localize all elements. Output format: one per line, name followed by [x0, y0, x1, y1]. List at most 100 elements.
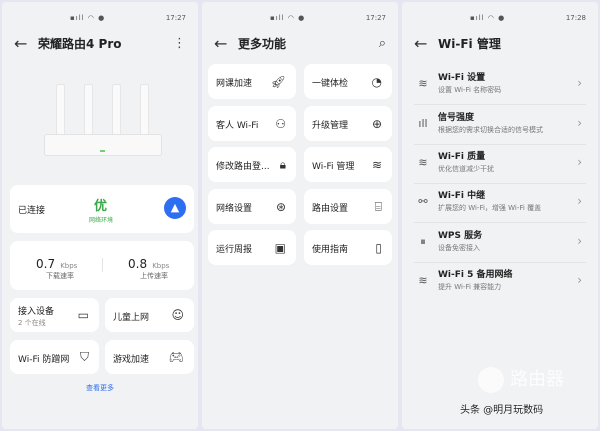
connection-status: 已连接 — [18, 206, 46, 216]
rocket-accelerate-button[interactable]: ▲ — [164, 197, 186, 219]
status-time: 17:28 — [565, 14, 586, 22]
devices-label: 接入设备 — [18, 307, 55, 317]
page-title: Wi-Fi 管理 — [438, 36, 501, 51]
feature-user-guide[interactable]: 使用指南 ▯ — [304, 230, 392, 265]
more-features-screen: ▪ıll ◠ ● 17:27 ← 更多功能 ⌕ 网课加速 🚀︎ 一键体检 ◔ 客人 Wi-… — [202, 2, 398, 429]
feature-change-login[interactable]: 修改路由登... 🔒︎ — [208, 147, 296, 182]
status-time: 17:27 — [165, 14, 186, 22]
status-icons: ▪ıll ◠ ● — [270, 14, 306, 22]
feature-guest-wifi[interactable]: 客人 Wi-Fi ⚇ — [208, 106, 296, 141]
more-menu-icon[interactable]: ⋮ — [173, 36, 186, 51]
lock-icon: 🔒︎ — [279, 157, 286, 171]
feature-upgrade[interactable]: 升级管理 ⊕ — [304, 106, 392, 141]
upload-speed: 0.8 Kbps — [128, 257, 170, 271]
connection-card: 已连接 优 网络环境 ▲ — [10, 185, 194, 233]
upgrade-arrow-icon: ⊕ — [371, 116, 382, 131]
user-icon: ⚇ — [275, 116, 286, 131]
watermark: 路由器 头条 @明月玩数码 — [460, 365, 590, 416]
wifi-icon: ≋ — [371, 157, 382, 172]
guide-book-icon: ▯ — [375, 240, 382, 255]
router-home-screen: ▪ıll ◠ ● 17:27 ← 荣耀路由4 Pro ⋮ 已连接 优 网络环境 ▲ 0… — [2, 2, 198, 429]
feature-checkup[interactable]: 一键体检 ◔ — [304, 64, 392, 99]
shield-icon: ⛉ — [79, 349, 89, 364]
item-subtitle: 根据您的需求切换合适的信号模式 — [438, 126, 543, 134]
chevron-right-icon: › — [577, 116, 582, 130]
feature-label: 升级管理 — [312, 121, 349, 131]
feature-router-settings[interactable]: 路由设置 ⌸ — [304, 189, 392, 224]
kids-label: 儿童上网 — [113, 313, 150, 323]
page-title: 更多功能 — [238, 36, 287, 51]
list-item-wifi-repeater[interactable]: ⚯ Wi-Fi 中继 扩展您的 Wi-Fi，增强 Wi-Fi 覆盖 › — [414, 183, 586, 223]
item-subtitle: 优化信道减少干扰 — [438, 165, 494, 173]
item-title: Wi-Fi 5 备用网络 — [438, 270, 513, 280]
feature-label: 网络设置 — [216, 204, 253, 214]
status-bar: ▪ıll ◠ ● 17:27 — [202, 14, 398, 24]
report-icon: ▣ — [274, 240, 286, 255]
download-label: 下载速率 — [46, 272, 74, 280]
feature-label: 修改路由登... — [216, 162, 270, 172]
feature-online-class[interactable]: 网课加速 🚀︎ — [208, 64, 296, 99]
signal-bars-icon: ıll — [418, 117, 428, 130]
feature-label: 路由设置 — [312, 204, 349, 214]
status-bar: ▪ıll ◠ ● 17:28 — [402, 14, 598, 24]
back-arrow-icon[interactable]: ← — [14, 34, 38, 53]
list-item-wifi-quality[interactable]: ≋ Wi-Fi 质量 优化信道减少干扰 › — [414, 144, 586, 184]
watermark-router-logo-icon — [478, 367, 504, 393]
repeater-nodes-icon: ⚯ — [418, 195, 428, 208]
list-item-wifi5-backup[interactable]: ≋ Wi-Fi 5 备用网络 提升 Wi-Fi 兼容能力 › — [414, 262, 586, 302]
back-arrow-icon[interactable]: ← — [214, 34, 238, 53]
status-icons: ▪ıll ◠ ● — [470, 14, 506, 22]
gamepad-icon: 🎮︎ — [168, 350, 184, 364]
connected-devices-card[interactable]: 接入设备 2 个在线 ▭ — [10, 298, 99, 332]
feature-label: 使用指南 — [312, 245, 349, 255]
chevron-right-icon: › — [577, 194, 582, 208]
item-subtitle: 提升 Wi-Fi 兼容能力 — [438, 283, 502, 291]
feature-label: 客人 Wi-Fi — [216, 121, 259, 131]
back-arrow-icon[interactable]: ← — [414, 34, 438, 53]
item-subtitle: 设置 Wi-Fi 名称密码 — [438, 86, 502, 94]
feature-label: 网课加速 — [216, 79, 253, 89]
feature-label: Wi-Fi 管理 — [312, 162, 355, 172]
feature-wifi-manage[interactable]: Wi-Fi 管理 ≋ — [304, 147, 392, 182]
item-title: 信号强度 — [438, 113, 475, 123]
anti-rub-card[interactable]: Wi-Fi 防蹭网 ⛉ — [10, 340, 99, 374]
gauge-icon: ◔ — [371, 74, 382, 89]
list-item-signal-strength[interactable]: ıll 信号强度根据您的需求切换合适的信号模式 › — [414, 105, 586, 145]
router-image — [44, 78, 162, 160]
feature-label: 运行周报 — [216, 245, 253, 255]
router-icon: ⌸ — [374, 199, 382, 213]
status-icons: ▪ıll ◠ ● — [70, 14, 106, 22]
network-quality: 优 — [94, 199, 108, 214]
wifi-settings-icon: ≋ — [418, 77, 428, 90]
chevron-right-icon: › — [577, 234, 582, 248]
speed-card: 0.7 Kbps 下载速率 0.8 Kbps 上传速率 — [10, 241, 194, 290]
devices-online-count: 2 个在线 — [18, 319, 46, 327]
item-subtitle: 设备免密接入 — [438, 244, 480, 252]
see-more-link[interactable]: 查看更多 — [86, 383, 114, 393]
feature-weekly-report[interactable]: 运行周报 ▣ — [208, 230, 296, 265]
kids-internet-card[interactable]: 儿童上网 ☺ — [105, 298, 194, 332]
chevron-right-icon: › — [577, 76, 582, 90]
list-item-wps[interactable]: ⏸ WPS 服务 设备免密接入 › — [414, 223, 586, 263]
list-item-wifi-settings[interactable]: ≋ Wi-Fi 设置设置 Wi-Fi 名称密码 › — [414, 65, 586, 105]
item-title: WPS 服务 — [438, 231, 483, 241]
chevron-right-icon: › — [577, 155, 582, 169]
game-label: 游戏加速 — [113, 355, 150, 365]
anti-rub-label: Wi-Fi 防蹭网 — [18, 355, 70, 365]
child-icon: ☺ — [171, 308, 184, 322]
wifi-quality-icon: ≋ — [418, 156, 428, 169]
wps-icon: ⏸ — [420, 235, 426, 248]
watermark-author: 头条 @明月玩数码 — [460, 405, 544, 416]
item-subtitle: 扩展您的 Wi-Fi，增强 Wi-Fi 覆盖 — [438, 204, 542, 212]
item-title: Wi-Fi 设置 — [438, 73, 486, 83]
page-title: 荣耀路由4 Pro — [38, 36, 122, 51]
feature-network-settings[interactable]: 网络设置 ⊛ — [208, 189, 296, 224]
search-icon[interactable]: ⌕ — [379, 36, 386, 51]
download-speed: 0.7 Kbps — [36, 257, 78, 271]
status-bar: ▪ıll ◠ ● 17:27 — [2, 14, 198, 24]
devices-icon: ▭ — [77, 308, 89, 322]
game-accelerate-card[interactable]: 游戏加速 🎮︎ — [105, 340, 194, 374]
item-title: Wi-Fi 质量 — [438, 152, 486, 162]
chevron-right-icon: › — [577, 273, 582, 287]
watermark-logo-text: 路由器 — [510, 369, 564, 390]
